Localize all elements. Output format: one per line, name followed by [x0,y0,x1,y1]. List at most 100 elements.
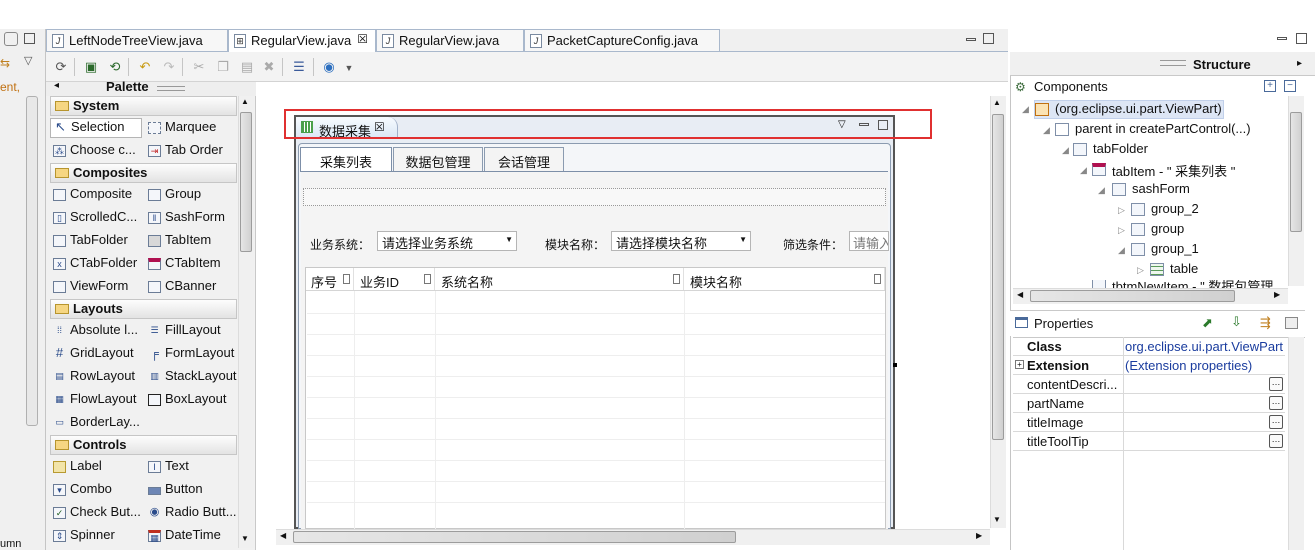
canvas-vscroll-thumb[interactable] [992,114,1004,440]
palette-item-ctabitem[interactable]: CTabItem [145,255,221,275]
redo-icon[interactable]: ↷ [160,58,178,76]
column-header-module-name[interactable]: 模块名称 [685,268,885,290]
palette-item-filllayout[interactable]: ☰ FillLayout [145,322,220,342]
palette-item-gridlayout[interactable]: # GridLayout [50,345,134,365]
palette-item-group[interactable]: Group [145,186,201,206]
property-row-titletooltip[interactable]: titleToolTip… [1013,432,1285,451]
column-header-index[interactable]: 序号 [306,268,354,290]
tree-item-group-2[interactable]: group_2 [1131,201,1199,216]
palette-item-borderlayout[interactable]: ▭ BorderLay... [50,414,140,434]
tree-hscroll-thumb[interactable] [1030,290,1235,302]
palette-item-flowlayout[interactable]: ▦ FlowLayout [50,391,136,411]
tree-item-table[interactable]: table [1150,261,1198,276]
ellipsis-button[interactable]: … [1269,415,1283,429]
stub-link-icon[interactable]: ⇆ [0,56,10,70]
expand-icon[interactable]: + [1015,360,1024,369]
palette-item-tabitem[interactable]: TabItem [145,232,211,252]
palette-group-composites[interactable]: Composites [50,163,237,183]
palette-item-button[interactable]: Button [145,481,203,501]
property-row-titleimage[interactable]: titleImage… [1013,413,1285,432]
editor-minimize-icon[interactable] [966,38,976,41]
ellipsis-button[interactable]: … [1269,377,1283,391]
restore-icon[interactable] [4,32,18,46]
tree-item-tabitem[interactable]: tabItem - " 采集列表 " [1092,161,1235,180]
palette-item-tabfolder[interactable]: TabFolder [50,232,128,252]
tree-vscroll-thumb[interactable] [1290,112,1302,232]
restore-defaults-icon[interactable] [1285,317,1298,329]
palette-item-datetime[interactable]: ▦ DateTime [145,527,221,547]
show-events-icon[interactable]: ⬈ [1202,315,1213,331]
goto-definition-icon[interactable]: ⇩ [1231,314,1242,330]
preview-icon[interactable]: ▣ [82,58,100,76]
tree-item-sashform[interactable]: sashForm [1112,181,1190,196]
expand-icon[interactable]: ▷ [1118,205,1125,216]
palette-group-controls[interactable]: Controls [50,435,237,455]
collapse-icon[interactable]: ◢ [1022,104,1029,115]
scroll-down-icon[interactable]: ▼ [241,534,249,543]
paste-icon[interactable]: ▤ [238,58,256,76]
structure-maximize-icon[interactable] [1296,33,1307,44]
palette-item-radiobutton[interactable]: ◉ Radio Butt... [145,504,237,524]
palette-item-text[interactable]: I Text [145,458,189,478]
data-table[interactable] [305,267,886,529]
palette-item-taborder[interactable]: ⇥ Tab Order [145,142,223,162]
collapse-icon[interactable]: ◢ [1062,145,1069,156]
structure-minimize-icon[interactable] [1277,37,1287,40]
property-row-partname[interactable]: partName… [1013,394,1285,413]
editor-tab-3[interactable]: J PacketCaptureConfig.java [524,29,720,51]
palette-item-formlayout[interactable]: ╒ FormLayout [145,345,234,365]
property-row-class[interactable]: Class org.eclipse.ui.part.ViewPart [1013,337,1285,356]
tree-item-tabfolder[interactable]: tabFolder [1073,141,1148,156]
property-row-contentdescription[interactable]: contentDescri...… [1013,375,1285,394]
tab-session-manage[interactable]: 会话管理 [484,147,564,171]
maximize-icon[interactable] [24,33,35,44]
layout-icon[interactable]: ☰ [290,58,308,76]
palette-item-scrolledcomposite[interactable]: ▯ ScrolledC... [50,209,137,229]
collapse-all-icon[interactable]: − [1284,80,1296,92]
editor-tab-2[interactable]: J RegularView.java [376,29,524,51]
tree-item-viewpart[interactable]: (org.eclipse.ui.part.ViewPart) [1035,101,1222,116]
expand-icon[interactable]: ▷ [1118,225,1125,236]
palette-item-combo[interactable]: ▾ Combo [50,481,112,501]
tree-item-parent[interactable]: parent in createPartControl(...) [1055,121,1251,136]
column-header-business-id[interactable]: 业务ID [355,268,435,290]
palette-item-label[interactable]: Label [50,458,102,478]
cut-icon[interactable]: ✂ [190,58,208,76]
scroll-up-icon[interactable]: ▲ [241,97,249,106]
palette-scroll-thumb[interactable] [240,112,252,252]
run-icon[interactable]: ⟳ [52,58,70,76]
business-combo[interactable]: 请选择业务系统 ▼ [377,231,517,251]
palette-item-stacklayout[interactable]: ▥ StackLayout [145,368,236,388]
palette-item-rowlayout[interactable]: ▤ RowLayout [50,368,135,388]
show-advanced-icon[interactable]: ⇶ [1260,315,1271,331]
expand-icon[interactable]: ▷ [1137,265,1144,276]
properties-scrollbar[interactable] [1288,337,1304,550]
palette-item-checkbutton[interactable]: ✓ Check But... [50,504,141,524]
scroll-right-icon[interactable]: ▶ [976,531,982,540]
collapse-icon[interactable]: ◢ [1043,125,1050,136]
scroll-down-icon[interactable]: ▼ [993,515,1001,524]
canvas-hscroll-thumb[interactable] [293,531,736,543]
scroll-up-icon[interactable]: ▲ [993,98,1001,107]
ellipsis-button[interactable]: … [1269,396,1283,410]
structure-collapse-icon[interactable]: ▸ [1297,58,1302,69]
group-2-empty[interactable] [303,188,886,206]
ellipsis-button[interactable]: … [1269,434,1283,448]
editor-tab-1[interactable]: ⊞ RegularView.java ☒ [228,29,376,52]
palette-group-system[interactable]: System [50,96,237,116]
dropdown-icon[interactable]: ▼ [340,59,358,77]
palette-item-cbanner[interactable]: CBanner [145,278,216,298]
tree-item-group[interactable]: group [1131,221,1184,236]
palette-item-composite[interactable]: Composite [50,186,132,206]
globe-icon[interactable]: ◉ [320,58,338,76]
stub-scroll[interactable] [26,96,38,426]
palette-item-absolute[interactable]: ⁞⁞ Absolute l... [50,322,138,342]
palette-group-layouts[interactable]: Layouts [50,299,237,319]
copy-icon[interactable]: ❐ [214,58,232,76]
property-row-extension[interactable]: + Extension (Extension properties) [1013,356,1285,375]
palette-item-ctabfolder[interactable]: x CTabFolder [50,255,137,275]
palette-collapse-icon[interactable]: ◂ [54,80,59,91]
delete-icon[interactable]: ✖ [260,58,278,76]
module-combo[interactable]: 请选择模块名称 ▼ [611,231,751,251]
collapse-icon[interactable]: ◢ [1098,185,1105,196]
